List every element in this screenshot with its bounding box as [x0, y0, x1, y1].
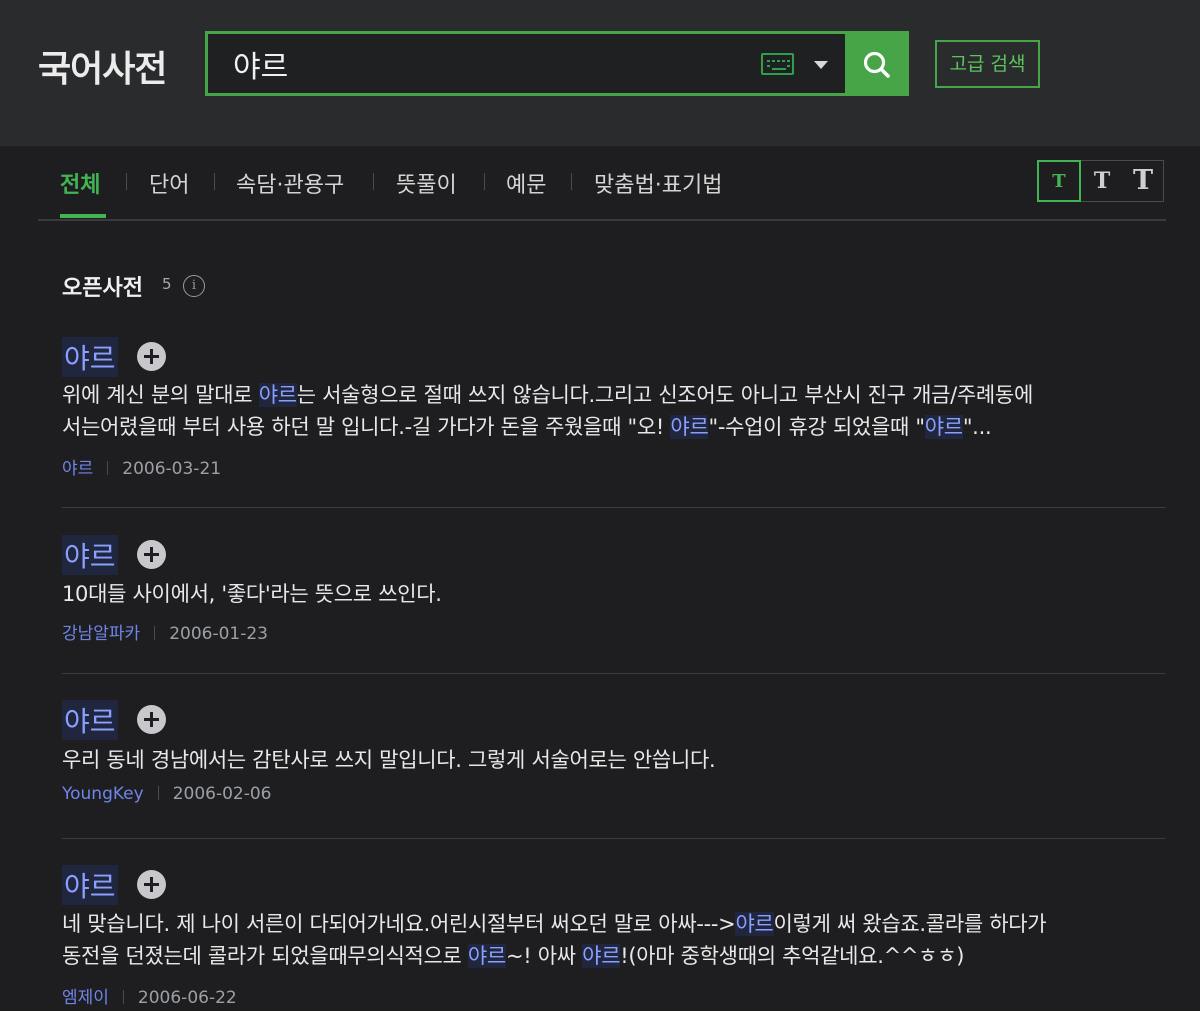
description-text: 동전을 던졌는데 콜라가 되었을때무의식적으로 [62, 944, 468, 968]
highlight-keyword: 야르 [670, 415, 709, 439]
meta-divider [122, 990, 124, 1004]
description-text: 우리 동네 경남에서는 감탄사로 쓰지 말입니다. 그렇게 서술어로는 안씁니다… [62, 748, 716, 772]
entry-date: 2006-02-06 [172, 784, 272, 804]
add-icon[interactable] [137, 342, 166, 371]
description-text: "... [962, 415, 992, 439]
author-link[interactable]: 강남알파카 [62, 624, 140, 644]
tab-spelling[interactable]: 맞춤법·표기법 [594, 167, 722, 199]
meta-divider [107, 461, 109, 475]
active-tab-indicator [60, 214, 106, 218]
entry-date: 2006-03-21 [122, 459, 222, 479]
font-size-large-button[interactable]: T [1122, 161, 1164, 201]
entry-description: 위에 계신 분의 말대로 야르는 서술형으로 절때 쓰지 않습니다.그리고 신조… [62, 379, 1033, 411]
entry-word[interactable]: 야르 [62, 700, 118, 740]
highlight-keyword: 야르 [735, 912, 774, 936]
tab-word[interactable]: 단어 [149, 167, 189, 199]
entry-meta: 강남알파카 2006-01-23 [62, 619, 268, 644]
tab-divider [571, 173, 572, 190]
entry-date: 2006-06-22 [137, 988, 237, 1008]
tab-divider [126, 173, 127, 190]
description-text: 10대들 사이에서, '좋다'라는 뜻으로 쓰인다. [62, 582, 442, 606]
add-icon[interactable] [137, 870, 166, 899]
section-title: 오픈사전 [62, 276, 143, 301]
dictionary-logo[interactable]: 국어사전 [38, 40, 167, 92]
entry-meta: YoungKey 2006-02-06 [62, 784, 272, 804]
meta-divider [154, 626, 156, 640]
highlight-keyword: 야르 [467, 944, 506, 968]
tab-all[interactable]: 전체 [60, 167, 100, 199]
divider [62, 838, 1166, 839]
highlight-keyword: 야르 [924, 415, 963, 439]
entry-meta: 야르 2006-03-21 [62, 454, 221, 479]
search-input[interactable] [233, 44, 733, 84]
author-link[interactable]: 엠제이 [62, 988, 109, 1008]
entry-description: 우리 동네 경남에서는 감탄사로 쓰지 말입니다. 그렇게 서술어로는 안씁니다… [62, 744, 716, 776]
result-count: 5 [162, 275, 172, 293]
chevron-down-icon[interactable] [814, 61, 828, 69]
tab-divider [484, 173, 485, 190]
entry-description: 동전을 던졌는데 콜라가 되었을때무의식적으로 야르~! 아싸 야르!(아마 중… [62, 940, 964, 972]
search-icon [863, 51, 890, 78]
font-size-medium-button[interactable]: T [1081, 161, 1123, 201]
description-text: 네 맞습니다. 제 나이 서른이 다되어가네요.어린시절부터 써오던 말로 아싸… [62, 912, 736, 936]
search-button[interactable] [845, 31, 909, 96]
entry-word[interactable]: 야르 [62, 865, 118, 905]
divider [62, 673, 1166, 674]
tab-proverb[interactable]: 속담·관용구 [236, 167, 344, 199]
description-text: "-수업이 휴강 되었을때 " [708, 415, 925, 439]
description-text: 서는어렸을때 부터 사용 하던 말 입니다.-길 가다가 돈을 주웠을때 "오! [62, 415, 671, 439]
category-tabs: 전체 단어 속담·관용구 뜻풀이 예문 맞춤법·표기법 [38, 145, 1166, 221]
description-text: 위에 계신 분의 말대로 [62, 383, 259, 407]
font-size-small-button[interactable]: T [1037, 160, 1081, 202]
entry-word[interactable]: 야르 [62, 337, 118, 377]
description-text: ~! 아싸 [505, 944, 583, 968]
advanced-search-button[interactable]: 고급 검색 [935, 40, 1040, 88]
keyboard-icon[interactable] [761, 53, 794, 75]
author-link[interactable]: 야르 [62, 459, 93, 479]
entry-description: 네 맞습니다. 제 나이 서른이 다되어가네요.어린시절부터 써오던 말로 아싸… [62, 908, 1047, 940]
description-text: !(아마 중학생때의 추억같네요.^^ㅎㅎ) [620, 944, 965, 968]
tab-definition[interactable]: 뜻풀이 [396, 167, 457, 199]
font-size-selector: T T T [1037, 160, 1164, 202]
entry-description: 서는어렸을때 부터 사용 하던 말 입니다.-길 가다가 돈을 주웠을때 "오!… [62, 411, 992, 443]
highlight-keyword: 야르 [582, 944, 621, 968]
add-icon[interactable] [137, 705, 166, 734]
description-text: 는 서술형으로 절때 쓰지 않습니다.그리고 신조어도 아니고 부산시 진구 개… [296, 383, 1034, 407]
divider [62, 507, 1166, 508]
entry-word[interactable]: 야르 [62, 535, 118, 575]
entry-description: 10대들 사이에서, '좋다'라는 뜻으로 쓰인다. [62, 578, 442, 610]
description-text: 이렇게 써 왔습죠.콜라를 하다가 [773, 912, 1047, 936]
highlight-keyword: 야르 [258, 383, 297, 407]
tab-divider [373, 173, 374, 190]
search-box [205, 31, 845, 96]
author-link[interactable]: YoungKey [62, 784, 144, 804]
tab-divider [214, 173, 215, 190]
entry-date: 2006-01-23 [169, 624, 268, 644]
entry-meta: 엠제이 2006-06-22 [62, 983, 237, 1008]
add-icon[interactable] [137, 540, 166, 569]
meta-divider [157, 786, 159, 800]
tab-example[interactable]: 예문 [506, 167, 546, 199]
info-icon[interactable]: i [183, 275, 205, 297]
header-bar: 국어사전 고급 검색 [0, 0, 1200, 146]
